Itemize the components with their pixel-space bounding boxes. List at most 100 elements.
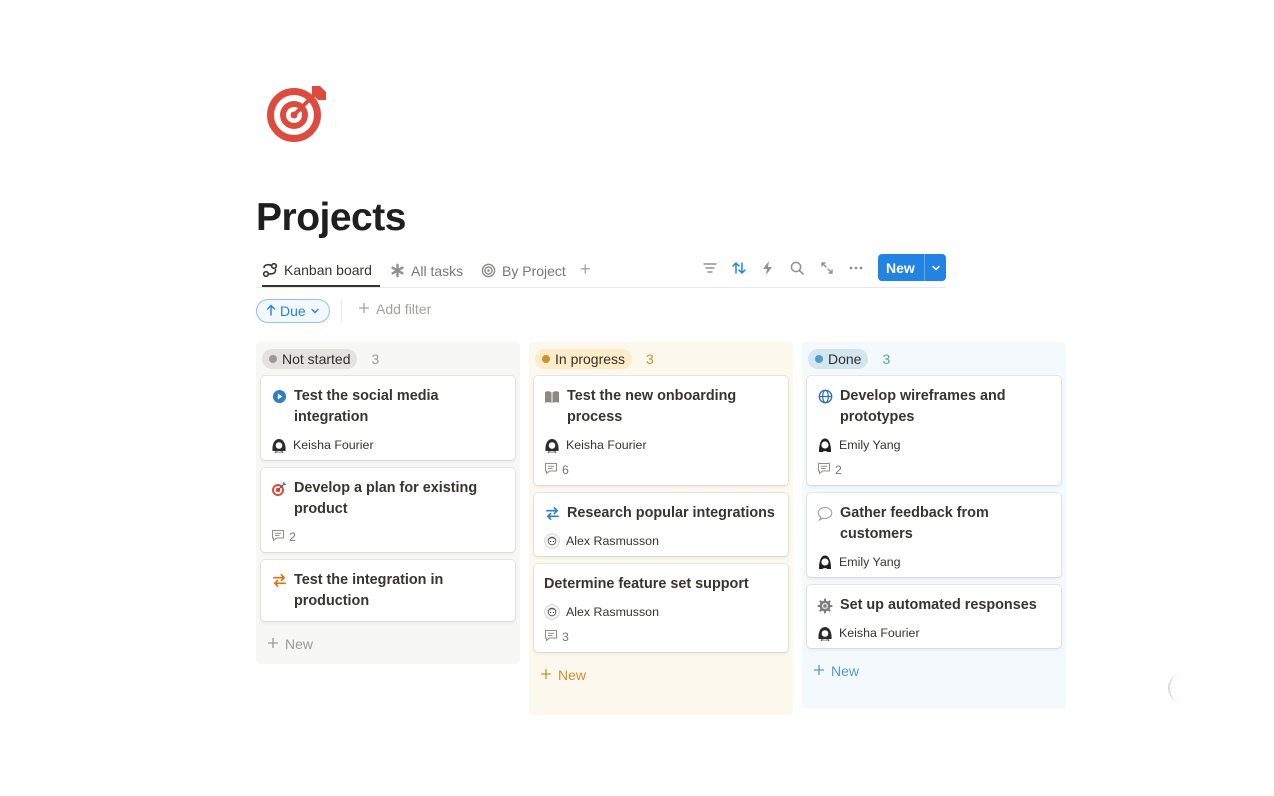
card-title: Set up automated responses	[840, 597, 1037, 613]
avatar	[817, 554, 833, 570]
plus-icon	[540, 667, 552, 683]
play-circle-icon	[271, 386, 287, 407]
status-badge[interactable]: In progress	[535, 349, 633, 369]
task-card[interactable]: Gather feedback from customers Emily Yang	[807, 493, 1061, 577]
assignee[interactable]: Keisha Fourier	[817, 625, 1051, 642]
avatar	[544, 604, 560, 620]
card-title-row: Test the new onboarding process	[544, 386, 778, 428]
chevron-down-icon[interactable]	[925, 263, 946, 273]
status-badge[interactable]: Not started	[262, 349, 358, 369]
target-ring-icon	[481, 263, 496, 278]
globe-icon	[817, 386, 833, 407]
assignee[interactable]: Alex Rasmusson	[544, 533, 778, 549]
tab-by-project[interactable]: By Project	[481, 254, 566, 287]
search-icon[interactable]	[789, 260, 805, 276]
target-icon	[271, 478, 287, 499]
add-view-button[interactable]: +	[580, 259, 591, 280]
comment-count[interactable]: 3	[544, 629, 778, 645]
tab-all-tasks[interactable]: All tasks	[390, 254, 463, 287]
comment-count[interactable]: 6	[544, 462, 778, 478]
sort-label: Due	[280, 303, 306, 319]
speech-bubble-icon	[817, 503, 833, 524]
column-header[interactable]: Not started 3	[261, 342, 515, 376]
card-title-row: Research popular integrations	[544, 503, 778, 524]
comment-count[interactable]: 2	[817, 462, 1051, 478]
card-title: Develop a plan for existing product	[294, 480, 478, 517]
target-icon[interactable]	[264, 82, 330, 148]
plus-icon	[267, 636, 279, 652]
task-card[interactable]: Test the new onboarding process Keisha Fo…	[534, 376, 788, 485]
automation-icon[interactable]	[760, 260, 776, 276]
assignee-name: Emily Yang	[839, 555, 901, 569]
comment-count-value: 2	[835, 463, 842, 477]
task-card[interactable]: Develop wireframes and prototypes Emily Y…	[807, 376, 1061, 485]
expand-icon[interactable]	[819, 260, 835, 276]
card-title-row: Develop a plan for existing product	[271, 478, 505, 520]
comment-icon	[271, 529, 285, 545]
card-title: Test the new onboarding process	[567, 388, 737, 425]
add-filter-label: Add filter	[376, 301, 432, 317]
assignee[interactable]: Emily Yang	[817, 554, 1051, 570]
task-card[interactable]: Test the social media integration Keisha …	[261, 376, 515, 460]
arrows-icon	[271, 570, 287, 591]
sort-due-chip[interactable]: Due	[256, 299, 330, 323]
card-title-row: Develop wireframes and prototypes	[817, 386, 1051, 428]
card-title-row: Test the integration in production	[271, 570, 505, 612]
status-dot	[815, 355, 823, 363]
loading-spinner	[1168, 674, 1192, 702]
filter-icon[interactable]	[702, 260, 718, 276]
column-header[interactable]: Done 3	[807, 342, 1061, 376]
tab-kanban-board[interactable]: Kanban board	[262, 254, 380, 287]
assignee-name: Keisha Fourier	[293, 438, 374, 452]
comment-count-value: 2	[289, 530, 296, 544]
task-card[interactable]: Research popular integrations Alex Rasmus…	[534, 493, 788, 556]
assignee-name: Alex Rasmusson	[566, 534, 659, 548]
assignee-name: Keisha Fourier	[566, 438, 647, 452]
divider	[341, 300, 342, 322]
column-new-button[interactable]: New	[807, 656, 1061, 686]
new-button[interactable]: New	[878, 254, 946, 281]
add-filter-button[interactable]: Add filter	[358, 301, 431, 317]
card-title-row: Test the social media integration	[271, 386, 505, 428]
comment-count[interactable]: 2	[271, 529, 505, 545]
card-title: Gather feedback from customers	[840, 505, 989, 542]
status-badge[interactable]: Done	[808, 349, 869, 369]
assignee-name: Alex Rasmusson	[566, 605, 659, 619]
status-dot	[269, 355, 277, 363]
column-header[interactable]: In progress 3	[534, 342, 788, 376]
new-label: New	[558, 667, 587, 683]
more-icon[interactable]	[848, 260, 864, 276]
chevron-down-icon	[310, 303, 320, 319]
assignee[interactable]: Alex Rasmusson	[544, 604, 778, 620]
task-card[interactable]: Determine feature set support Alex Rasmus…	[534, 564, 788, 652]
task-card[interactable]: Develop a plan for existing product 2	[261, 468, 515, 552]
column-count: 3	[646, 351, 654, 367]
avatar	[817, 437, 833, 453]
card-title-row: Set up automated responses	[817, 595, 1051, 616]
arrows-icon	[544, 503, 560, 524]
avatar	[817, 625, 833, 642]
comment-count-value: 3	[562, 630, 569, 644]
page-title: Projects	[256, 196, 406, 239]
book-icon	[544, 386, 560, 407]
task-card[interactable]: Test the integration in production	[261, 560, 515, 621]
card-title-row: Gather feedback from customers	[817, 503, 1051, 545]
assignee[interactable]: Keisha Fourier	[544, 437, 778, 454]
task-card[interactable]: Set up automated responses Keisha Fourier	[807, 585, 1061, 648]
assignee[interactable]: Keisha Fourier	[271, 437, 505, 454]
comment-count-value: 6	[562, 463, 569, 477]
column-new-button[interactable]: New	[261, 629, 515, 659]
new-label: New	[831, 663, 860, 679]
sort-icon[interactable]	[731, 260, 747, 276]
assignee[interactable]: Emily Yang	[817, 437, 1051, 453]
status-label: In progress	[555, 351, 626, 367]
status-label: Done	[828, 351, 862, 367]
column-count: 3	[882, 351, 891, 367]
kanban-icon	[262, 262, 278, 278]
status-dot	[542, 355, 550, 363]
tab-label: All tasks	[411, 262, 464, 279]
column-new-button[interactable]: New	[534, 660, 788, 690]
board-column: In progress 3 Test the new onboarding proc…	[529, 342, 793, 715]
new-label: New	[285, 636, 314, 652]
card-title: Research popular integrations	[567, 505, 775, 521]
